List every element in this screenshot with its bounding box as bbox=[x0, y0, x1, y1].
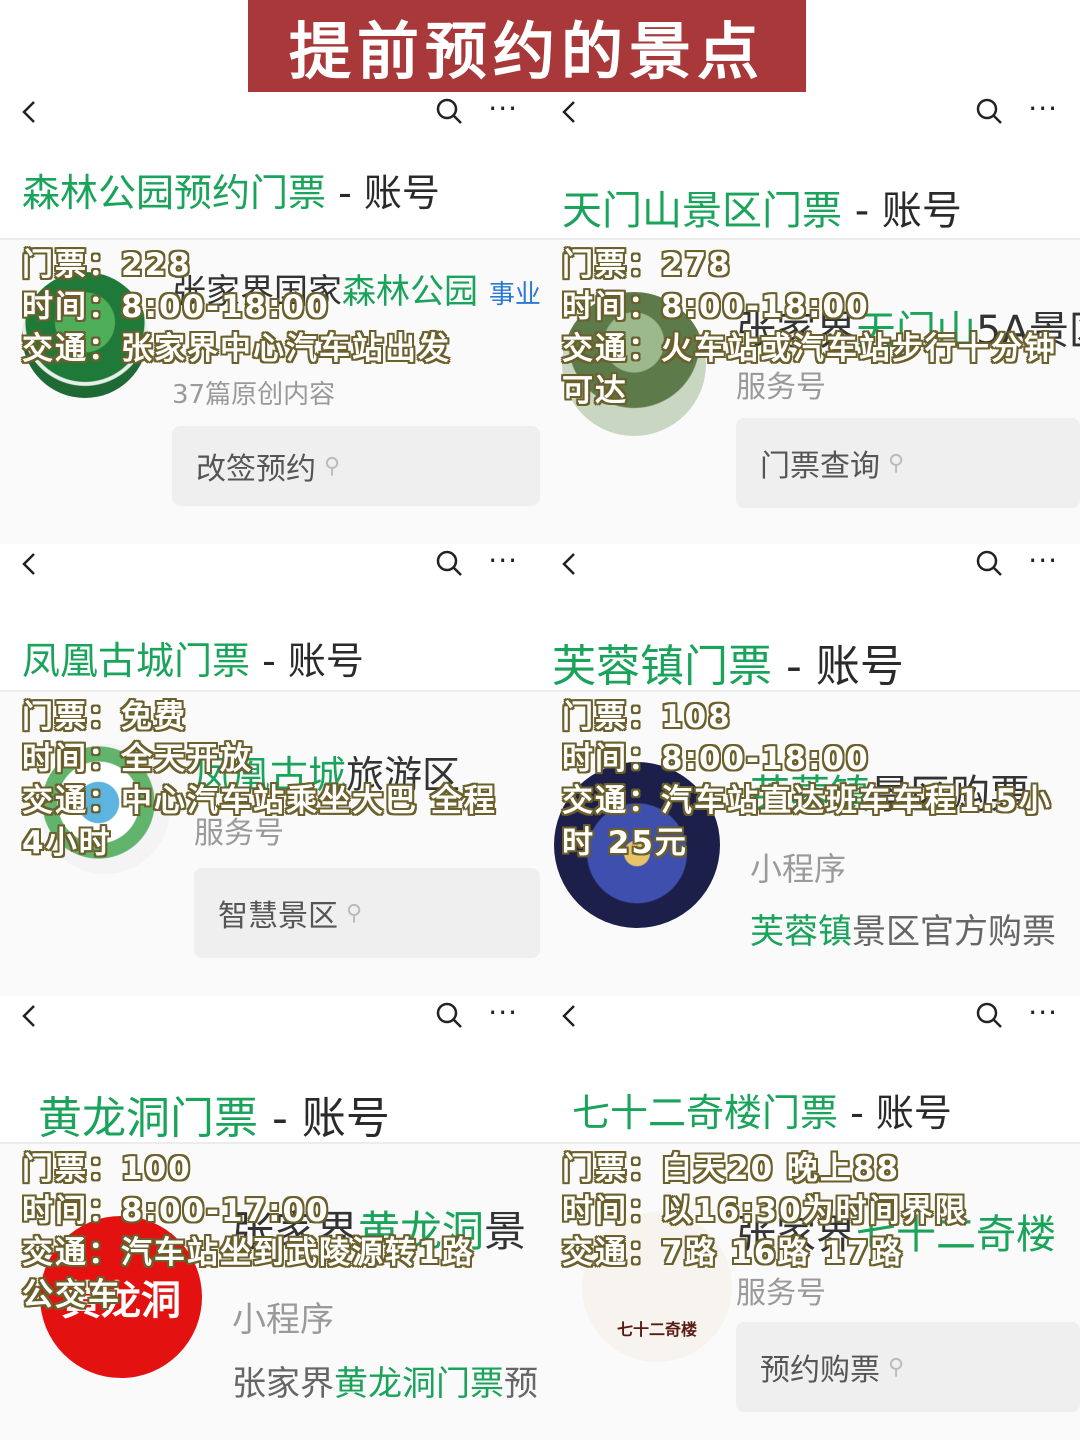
back-icon[interactable] bbox=[16, 98, 44, 126]
search-icon[interactable] bbox=[434, 548, 464, 578]
account-description: 芙蓉镇景区官方购票 bbox=[750, 912, 1056, 952]
panel-fenghuang-old-town: ··· 凤凰古城门票 - 账号 凤凰古城旅游区 服务号 智慧景区 ⚲ 门票：免费 … bbox=[0, 544, 540, 996]
more-icon[interactable]: ··· bbox=[488, 544, 518, 577]
panel-seventy-two-towers: ··· 七十二奇楼门票 - 账号 七十二奇楼 张家界七十二奇楼 服务号 预约购票… bbox=[540, 996, 1080, 1440]
more-icon[interactable]: ··· bbox=[1028, 996, 1058, 1029]
menu-button[interactable]: 智慧景区 ⚲ bbox=[194, 868, 540, 958]
search-icon[interactable] bbox=[974, 96, 1004, 126]
page-title: 森林公园预约门票 - 账号 bbox=[22, 171, 440, 215]
menu-button[interactable]: 门票查询 ⚲ bbox=[736, 418, 1080, 508]
top-bar: ··· bbox=[0, 544, 540, 590]
banner-title: 提前预约的景点 bbox=[248, 0, 806, 92]
info-overlay: 门票：228 时间：8:00-18:00 交通：张家界中心汽车站出发 bbox=[22, 247, 451, 367]
page-title: 黄龙洞门票 - 账号 bbox=[38, 1093, 390, 1144]
search-icon[interactable] bbox=[434, 1000, 464, 1030]
info-overlay: 门票：白天20 晚上88 时间：以16:30为时间界限 交通：7路 16路 17… bbox=[562, 1151, 968, 1271]
top-bar: ··· bbox=[0, 92, 540, 138]
info-overlay: 门票：免费 时间：全天开放 交通：中心汽车站乘坐大巴 全程4小时 bbox=[22, 699, 497, 861]
back-icon[interactable] bbox=[556, 98, 584, 126]
search-icon[interactable] bbox=[434, 96, 464, 126]
top-bar: ··· bbox=[0, 996, 540, 1042]
panel-tianmen-mountain: ··· 天门山景区门票 - 账号 张家界天门山5A景区 服务号 门票查询⚲ 门票… bbox=[540, 92, 1080, 544]
back-icon[interactable] bbox=[556, 1002, 584, 1030]
top-bar: ··· bbox=[540, 92, 1080, 138]
back-icon[interactable] bbox=[16, 1002, 44, 1030]
screenshot-grid: ··· 森林公园预约门票 - 账号 张家界国家森林公园 事业 37篇原创内容 改… bbox=[0, 92, 1080, 1440]
back-icon[interactable] bbox=[556, 550, 584, 578]
link-icon: ⚲ bbox=[324, 453, 341, 479]
menu-button[interactable]: 预约购票 ⚲ bbox=[736, 1322, 1080, 1412]
top-bar: ··· bbox=[540, 544, 1080, 590]
account-description: 张家界黄龙洞门票预 bbox=[232, 1364, 538, 1404]
menu-button[interactable]: 改签预约 ⚲ bbox=[172, 426, 540, 506]
page-title: 七十二奇楼门票 - 账号 bbox=[572, 1091, 952, 1135]
back-icon[interactable] bbox=[16, 550, 44, 578]
avatar-text: 七十二奇楼 bbox=[616, 1320, 697, 1339]
info-overlay: 门票：108 时间：8:00-18:00 交通：汽车站直达班车车程1.5小时 2… bbox=[562, 699, 1052, 861]
panel-furong-town: ··· 芙蓉镇门票 - 账号 芙蓉镇景区购票 小程序 芙蓉镇景区官方购票 门票：… bbox=[540, 544, 1080, 996]
account-type: 服务号 bbox=[736, 1276, 826, 1311]
link-icon: ⚲ bbox=[888, 1354, 905, 1380]
panel-huanglong-cave: ··· 黄龙洞门票 - 账号 黄龙洞 张家界黄龙洞景 小程序 张家界黄龙洞门票预… bbox=[0, 996, 540, 1440]
more-icon[interactable]: ··· bbox=[488, 92, 518, 125]
panel-forest-park: ··· 森林公园预约门票 - 账号 张家界国家森林公园 事业 37篇原创内容 改… bbox=[0, 92, 540, 544]
info-overlay: 门票：100 时间：8:00-17:00 交通：汽车站坐到武陵源转1路公交车 bbox=[22, 1151, 475, 1313]
article-count: 37篇原创内容 bbox=[172, 380, 336, 410]
link-icon: ⚲ bbox=[888, 450, 905, 476]
page-title: 凤凰古城门票 - 账号 bbox=[22, 639, 364, 683]
search-icon[interactable] bbox=[974, 548, 1004, 578]
info-overlay: 门票：278 时间：8:00-18:00 交通：火车站或汽车站步行十分钟可达 bbox=[562, 247, 1057, 409]
more-icon[interactable]: ··· bbox=[1028, 92, 1058, 125]
more-icon[interactable]: ··· bbox=[1028, 544, 1058, 577]
page-title: 天门山景区门票 - 账号 bbox=[562, 188, 962, 234]
search-icon[interactable] bbox=[974, 1000, 1004, 1030]
page-title: 芙蓉镇门票 - 账号 bbox=[552, 641, 904, 692]
more-icon[interactable]: ··· bbox=[488, 996, 518, 1029]
top-bar: ··· bbox=[540, 996, 1080, 1042]
link-icon: ⚲ bbox=[346, 900, 363, 926]
